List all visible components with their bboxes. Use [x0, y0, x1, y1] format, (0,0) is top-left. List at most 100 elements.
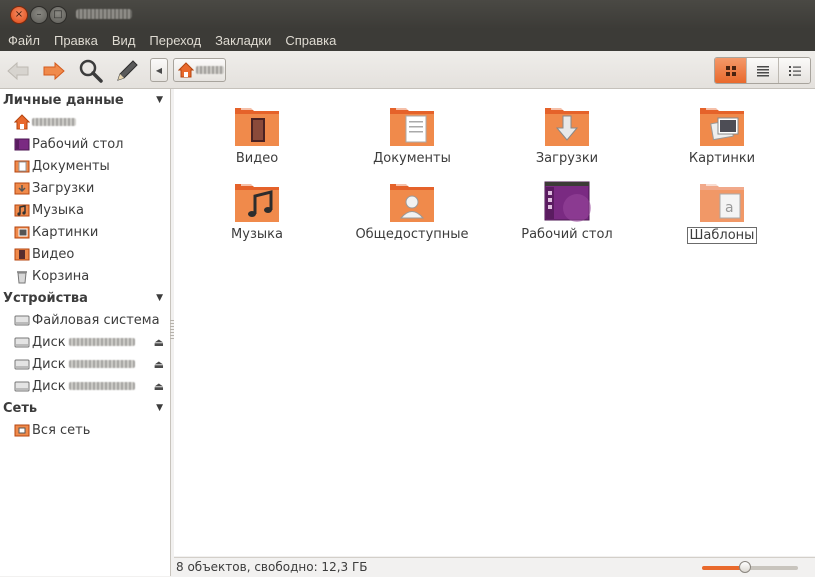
folder-item-pictures[interactable]: Картинки	[652, 102, 792, 166]
folder-item-documents[interactable]: Документы	[342, 102, 482, 166]
sidebar-item-downloads[interactable]: Загрузки	[14, 178, 166, 198]
list-view-button[interactable]	[746, 58, 778, 83]
folder-label: Видео	[235, 151, 279, 166]
network-folder-icon	[14, 424, 30, 437]
back-arrow-icon[interactable]	[5, 58, 31, 84]
folder-item-music[interactable]: Музыка	[187, 178, 327, 242]
list-view-icon	[756, 65, 769, 76]
places-sidebar: Личные данные ▼ Рабочий стол Документы З…	[0, 89, 171, 576]
music-folder-icon	[235, 184, 279, 222]
public-folder-icon	[390, 184, 434, 222]
sidebar-item-label: Вся сеть	[32, 422, 91, 438]
eject-icon[interactable]: ⏏	[154, 336, 164, 349]
sidebar-item-desktop[interactable]: Рабочий стол	[14, 134, 166, 154]
documents-folder-icon	[14, 160, 30, 173]
harddisk-icon	[14, 359, 30, 370]
home-icon	[178, 62, 194, 78]
folder-item-video[interactable]: Видео	[187, 102, 327, 166]
desktop-folder-icon	[14, 138, 30, 151]
eject-icon[interactable]: ⏏	[154, 358, 164, 371]
collapse-arrow-icon[interactable]: ▼	[156, 403, 163, 413]
desktop-folder-icon	[544, 181, 591, 222]
disk-name-redacted	[68, 360, 135, 368]
folder-item-templates[interactable]: a Шаблоны	[652, 178, 792, 244]
folder-item-downloads[interactable]: Загрузки	[497, 102, 637, 166]
sidebar-section-personal[interactable]: Личные данные ▼	[3, 90, 167, 110]
edit-pencil-icon[interactable]	[114, 58, 140, 84]
sidebar-section-title: Сеть	[3, 400, 38, 416]
icon-view-icon	[725, 65, 736, 76]
menu-bookmarks[interactable]: Закладки	[208, 33, 278, 48]
documents-folder-icon	[390, 108, 434, 146]
folder-label: Музыка	[231, 227, 283, 242]
sidebar-home-name-redacted	[32, 118, 76, 126]
sidebar-item-disk-3[interactable]: Диск ⏏	[14, 376, 166, 396]
sidebar-item-label: Загрузки	[32, 180, 95, 196]
sidebar-item-label: Диск	[32, 378, 66, 394]
zoom-slider-handle[interactable]	[739, 561, 752, 573]
sidebar-item-label: Рабочий стол	[32, 136, 124, 152]
title-bar: × – □	[0, 0, 815, 29]
menu-file[interactable]: Файл	[0, 33, 47, 48]
sidebar-section-network[interactable]: Сеть ▼	[3, 398, 167, 418]
harddisk-icon	[14, 381, 30, 392]
sidebar-item-label: Документы	[32, 158, 110, 174]
sidebar-item-network[interactable]: Вся сеть	[14, 420, 166, 440]
menu-go[interactable]: Переход	[142, 33, 208, 48]
sidebar-item-disk-1[interactable]: Диск ⏏	[14, 332, 166, 352]
menu-edit[interactable]: Правка	[47, 33, 105, 48]
menu-view[interactable]: Вид	[105, 33, 143, 48]
sidebar-item-label: Музыка	[32, 202, 84, 218]
menu-bar: Файл Правка Вид Переход Закладки Справка	[0, 29, 815, 51]
sidebar-section-title: Устройства	[3, 290, 88, 306]
folder-label: Общедоступные	[355, 227, 469, 242]
pictures-folder-icon	[700, 108, 744, 146]
trash-icon	[17, 271, 27, 284]
music-folder-icon	[14, 204, 30, 217]
maximize-button[interactable]: □	[49, 6, 67, 24]
close-button[interactable]: ×	[10, 6, 28, 24]
sidebar-item-filesystem[interactable]: Файловая система	[14, 310, 166, 330]
search-icon[interactable]	[78, 58, 104, 84]
sidebar-item-music[interactable]: Музыка	[14, 200, 166, 220]
sidebar-item-label: Диск	[32, 356, 66, 372]
home-folder-icon	[14, 114, 30, 130]
file-view: Видео Документы Загрузки Картинки Музыка…	[174, 89, 815, 556]
collapse-arrow-icon[interactable]: ▼	[156, 293, 163, 303]
sidebar-item-label: Файловая система	[32, 312, 160, 328]
zoom-slider[interactable]	[702, 561, 798, 573]
templates-folder-icon: a	[700, 184, 744, 222]
sidebar-item-video[interactable]: Видео	[14, 244, 166, 264]
sidebar-item-home[interactable]	[14, 112, 166, 132]
folder-label: Документы	[373, 151, 451, 166]
menu-help[interactable]: Справка	[278, 33, 343, 48]
sidebar-item-trash[interactable]: Корзина	[14, 266, 166, 286]
path-bar-prev-button[interactable]: ◀	[150, 58, 168, 82]
sidebar-section-devices[interactable]: Устройства ▼	[3, 288, 167, 308]
collapse-arrow-icon[interactable]: ▼	[156, 95, 163, 105]
sidebar-item-pictures[interactable]: Картинки	[14, 222, 166, 242]
pictures-folder-icon	[14, 226, 30, 239]
harddisk-icon	[14, 315, 30, 326]
video-folder-icon	[235, 108, 279, 146]
eject-icon[interactable]: ⏏	[154, 380, 164, 393]
window-title-redacted	[76, 9, 132, 19]
status-bar: 8 объектов, свободно: 12,3 ГБ	[174, 557, 815, 577]
disk-name-redacted	[68, 338, 135, 346]
folder-label: Картинки	[688, 151, 756, 166]
video-folder-icon	[14, 248, 30, 261]
folder-item-public[interactable]: Общедоступные	[342, 178, 482, 242]
icon-view-button[interactable]	[715, 58, 746, 83]
forward-arrow-icon[interactable]	[41, 58, 67, 84]
sidebar-item-documents[interactable]: Документы	[14, 156, 166, 176]
minimize-button[interactable]: –	[30, 6, 48, 24]
compact-view-button[interactable]	[778, 58, 810, 83]
sidebar-item-disk-2[interactable]: Диск ⏏	[14, 354, 166, 374]
sidebar-section-title: Личные данные	[3, 92, 124, 108]
path-home-name-redacted	[196, 66, 224, 74]
compact-view-icon	[788, 65, 801, 76]
folder-item-desktop[interactable]: Рабочий стол	[497, 178, 637, 242]
sidebar-item-label: Видео	[32, 246, 75, 262]
folder-label: Загрузки	[535, 151, 599, 166]
path-bar-home-button[interactable]	[173, 58, 226, 82]
